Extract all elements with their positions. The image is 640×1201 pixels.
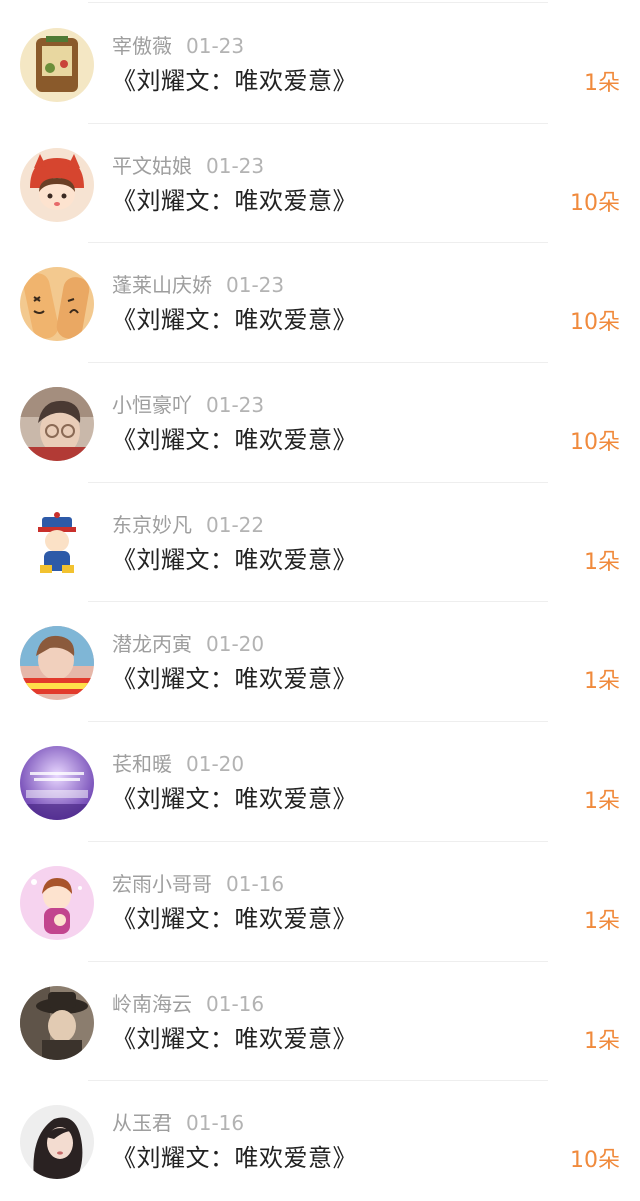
- sender-meta: 从玉君 01-16: [112, 1109, 244, 1137]
- woman-photo-avatar[interactable]: [20, 1105, 94, 1180]
- cartoon-book-avatar[interactable]: [20, 28, 94, 102]
- flower-count: 1朵: [584, 908, 620, 934]
- gift-message: 《刘耀文：唯欢爱意》: [112, 1024, 357, 1053]
- gift-message: 《刘耀文：唯欢爱意》: [112, 426, 357, 455]
- gift-message: 《刘耀文：唯欢爱意》: [112, 306, 357, 335]
- sent-date: 01-22: [206, 512, 265, 537]
- flower-count: 1朵: [584, 549, 620, 575]
- flower-count: 10朵: [570, 190, 620, 216]
- purple-text-avatar[interactable]: [20, 746, 94, 821]
- gift-message: 《刘耀文：唯欢爱意》: [112, 904, 357, 933]
- sent-date: 01-23: [206, 153, 265, 178]
- sender-name[interactable]: 小恒豪吖: [112, 393, 192, 417]
- gift-message: 《刘耀文：唯欢爱意》: [112, 186, 357, 215]
- sender-meta: 宏雨小哥哥 01-16: [112, 870, 284, 898]
- flower-count: 10朵: [570, 430, 620, 456]
- sender-meta: 平文姑娘 01-23: [112, 152, 264, 180]
- flower-count: 1朵: [584, 669, 620, 695]
- list-item[interactable]: 潜龙丙寅 01-20 《刘耀文：唯欢爱意》 1朵: [0, 602, 640, 722]
- sent-date: 01-16: [186, 1111, 245, 1136]
- sender-meta: 蓬莱山庆娇 01-23: [112, 271, 284, 299]
- sender-name[interactable]: 蓬莱山庆娇: [112, 273, 212, 297]
- list-item[interactable]: 小恒豪吖 01-23 《刘耀文：唯欢爱意》 10朵: [0, 363, 640, 483]
- sender-meta: 岭南海云 01-16: [112, 990, 264, 1018]
- sender-name[interactable]: 东京妙凡: [112, 513, 192, 537]
- gift-message: 《刘耀文：唯欢爱意》: [112, 1144, 357, 1173]
- sent-date: 01-23: [186, 34, 245, 58]
- sender-meta: 宰傲薇 01-23: [112, 32, 244, 60]
- cartoon-boy-avatar[interactable]: [20, 865, 94, 940]
- list-item[interactable]: 苌和暖 01-20 《刘耀文：唯欢爱意》 1朵: [0, 722, 640, 842]
- sender-name[interactable]: 潜龙丙寅: [112, 632, 192, 656]
- list-item[interactable]: 东京妙凡 01-22 《刘耀文：唯欢爱意》 1朵: [0, 483, 640, 603]
- list-item[interactable]: 宰傲薇 01-23 《刘耀文：唯欢爱意》 1朵: [0, 4, 640, 124]
- flower-count: 10朵: [570, 310, 620, 336]
- gift-message: 《刘耀文：唯欢爱意》: [112, 665, 357, 694]
- gift-list: 宰傲薇 01-23 《刘耀文：唯欢爱意》 1朵 平文姑娘 01-23 《刘耀文：唯欢…: [0, 4, 640, 1201]
- cartoon-official-avatar[interactable]: [20, 506, 94, 581]
- cartoon-girl-avatar[interactable]: [20, 147, 94, 222]
- sent-date: 01-20: [186, 752, 245, 777]
- sender-name[interactable]: 岭南海云: [112, 992, 192, 1016]
- flower-count: 1朵: [584, 71, 620, 96]
- gift-message: 《刘耀文：唯欢爱意》: [112, 67, 357, 95]
- list-item[interactable]: 宏雨小哥哥 01-16 《刘耀文：唯欢爱意》 1朵: [0, 842, 640, 962]
- flower-count: 1朵: [584, 789, 620, 815]
- sender-meta: 东京妙凡 01-22: [112, 511, 264, 539]
- sender-name[interactable]: 苌和暖: [112, 752, 172, 776]
- sent-date: 01-16: [226, 871, 285, 896]
- flower-count: 10朵: [570, 1148, 620, 1174]
- sender-meta: 小恒豪吖 01-23: [112, 391, 264, 419]
- flower-count: 1朵: [584, 1028, 620, 1054]
- person-banner-avatar[interactable]: [20, 626, 94, 701]
- sender-name[interactable]: 从玉君: [112, 1111, 172, 1135]
- list-item[interactable]: 从玉君 01-16 《刘耀文：唯欢爱意》 10朵: [0, 1081, 640, 1201]
- sent-date: 01-23: [226, 273, 285, 298]
- person-photo-avatar[interactable]: [20, 387, 94, 462]
- list-item[interactable]: 平文姑娘 01-23 《刘耀文：唯欢爱意》 10朵: [0, 124, 640, 244]
- sender-name[interactable]: 宏雨小哥哥: [112, 872, 212, 896]
- sender-name[interactable]: 平文姑娘: [112, 154, 192, 178]
- gift-message: 《刘耀文：唯欢爱意》: [112, 785, 357, 814]
- top-divider: [88, 2, 548, 3]
- sent-date: 01-23: [206, 393, 265, 418]
- sender-name[interactable]: 宰傲薇: [112, 34, 172, 58]
- gift-message: 《刘耀文：唯欢爱意》: [112, 545, 357, 574]
- fingers-face-avatar[interactable]: [20, 267, 94, 342]
- sender-meta: 潜龙丙寅 01-20: [112, 630, 264, 658]
- sender-meta: 苌和暖 01-20: [112, 750, 244, 778]
- list-item[interactable]: 蓬莱山庆娇 01-23 《刘耀文：唯欢爱意》 10朵: [0, 243, 640, 363]
- sent-date: 01-16: [206, 991, 265, 1016]
- person-hat-avatar[interactable]: [20, 985, 94, 1060]
- list-item[interactable]: 岭南海云 01-16 《刘耀文：唯欢爱意》 1朵: [0, 962, 640, 1082]
- sent-date: 01-20: [206, 632, 265, 657]
